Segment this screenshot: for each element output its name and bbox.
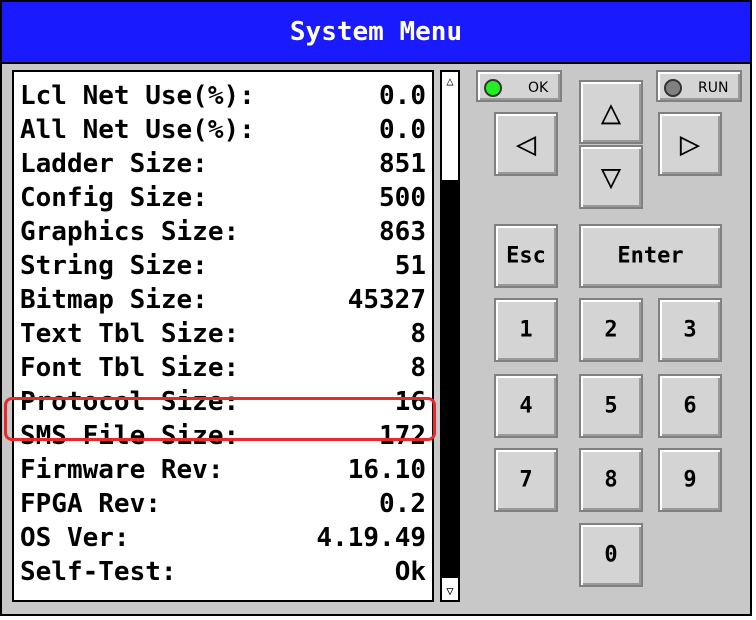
list-item: Lcl Net Use(%): 0.0 — [20, 78, 426, 115]
item-label: String Size: — [20, 251, 208, 281]
item-value: 500 — [379, 183, 426, 213]
key-label: 5 — [604, 393, 618, 419]
ok-label: OK — [528, 80, 549, 96]
key-4-button[interactable]: 4 — [494, 374, 558, 438]
key-label: 4 — [519, 393, 533, 419]
key-5-button[interactable]: 5 — [579, 374, 643, 438]
enter-label: Enter — [617, 243, 684, 269]
scroll-thumb[interactable] — [442, 180, 458, 578]
key-0-button[interactable]: 0 — [579, 523, 643, 587]
item-value: 4.19.49 — [316, 523, 426, 553]
list-item: All Net Use(%): 0.0 — [20, 112, 426, 149]
item-value: 0.2 — [379, 489, 426, 519]
list-item: String Size: 51 — [20, 248, 426, 285]
down-arrow-button[interactable]: ▽ — [579, 145, 643, 209]
list-item: Graphics Size: 863 — [20, 214, 426, 251]
list-item: Font Tbl Size: 8 — [20, 350, 426, 387]
run-indicator: RUN — [656, 70, 742, 102]
key-8-button[interactable]: 8 — [579, 448, 643, 512]
enter-button[interactable]: Enter — [579, 224, 722, 288]
key-label: 3 — [683, 317, 697, 343]
left-arrow-button[interactable]: ◁ — [494, 112, 558, 176]
item-value: 8 — [410, 319, 426, 349]
list-item: FPGA Rev: 0.2 — [20, 486, 426, 523]
item-value: 863 — [379, 217, 426, 247]
key-label: 0 — [604, 542, 618, 568]
system-info-list: Lcl Net Use(%): 0.0 All Net Use(%): 0.0 … — [12, 70, 434, 602]
key-label: 7 — [519, 467, 533, 493]
run-led-icon — [664, 79, 682, 97]
title-bar: System Menu — [2, 2, 750, 64]
item-label: Font Tbl Size: — [20, 353, 240, 383]
list-item: OS Ver: 4.19.49 — [20, 520, 426, 557]
list-item: Self-Test: Ok — [20, 554, 426, 591]
item-value: Ok — [394, 557, 426, 587]
key-label: 8 — [604, 467, 618, 493]
key-label: 2 — [604, 317, 618, 343]
item-label: FPGA Rev: — [20, 489, 161, 519]
list-scrollbar[interactable]: △ ▽ — [440, 70, 460, 602]
item-label: Graphics Size: — [20, 217, 240, 247]
item-label: Lcl Net Use(%): — [20, 81, 255, 111]
up-arrow-button[interactable]: △ — [579, 80, 643, 144]
item-label: All Net Use(%): — [20, 115, 255, 145]
item-label: Config Size: — [20, 183, 208, 213]
system-menu-window: System Menu Lcl Net Use(%): 0.0 All Net … — [0, 0, 752, 616]
key-6-button[interactable]: 6 — [658, 374, 722, 438]
scroll-up-arrow-icon[interactable]: △ — [442, 72, 458, 90]
list-item: Text Tbl Size: 8 — [20, 316, 426, 353]
item-value: 16.10 — [347, 455, 426, 485]
key-2-button[interactable]: 2 — [579, 298, 643, 362]
list-item: Ladder Size: 851 — [20, 146, 426, 183]
item-label: Text Tbl Size: — [20, 319, 240, 349]
item-value: 851 — [379, 149, 426, 179]
esc-label: Esc — [506, 243, 546, 269]
ok-indicator: OK — [476, 70, 562, 102]
list-item: Config Size: 500 — [20, 180, 426, 217]
item-label: Ladder Size: — [20, 149, 208, 179]
key-3-button[interactable]: 3 — [658, 298, 722, 362]
key-9-button[interactable]: 9 — [658, 448, 722, 512]
key-label: 6 — [683, 393, 697, 419]
right-arrow-button[interactable]: ▷ — [658, 112, 722, 176]
item-label: Bitmap Size: — [20, 285, 208, 315]
esc-button[interactable]: Esc — [494, 224, 558, 288]
item-value: 8 — [410, 353, 426, 383]
item-label: OS Ver: — [20, 523, 130, 553]
item-value: 0.0 — [379, 115, 426, 145]
firmware-rev-highlight — [4, 397, 436, 441]
key-1-button[interactable]: 1 — [494, 298, 558, 362]
down-arrow-icon: ▽ — [600, 157, 622, 197]
key-7-button[interactable]: 7 — [494, 448, 558, 512]
right-arrow-icon: ▷ — [679, 124, 701, 164]
ok-led-icon — [484, 79, 502, 97]
list-item-firmware-rev: Firmware Rev: 16.10 — [20, 452, 426, 489]
window-title: System Menu — [289, 17, 463, 47]
item-value: 51 — [394, 251, 426, 281]
run-label: RUN — [698, 80, 729, 96]
key-label: 1 — [519, 317, 533, 343]
key-label: 9 — [683, 467, 697, 493]
list-item: Bitmap Size: 45327 — [20, 282, 426, 319]
item-value: 45327 — [347, 285, 426, 315]
left-arrow-icon: ◁ — [515, 124, 537, 164]
up-arrow-icon: △ — [600, 92, 622, 132]
scroll-down-arrow-icon[interactable]: ▽ — [442, 582, 458, 600]
item-label: Self-Test: — [20, 557, 177, 587]
item-value: 0.0 — [379, 81, 426, 111]
item-label: Firmware Rev: — [20, 455, 224, 485]
